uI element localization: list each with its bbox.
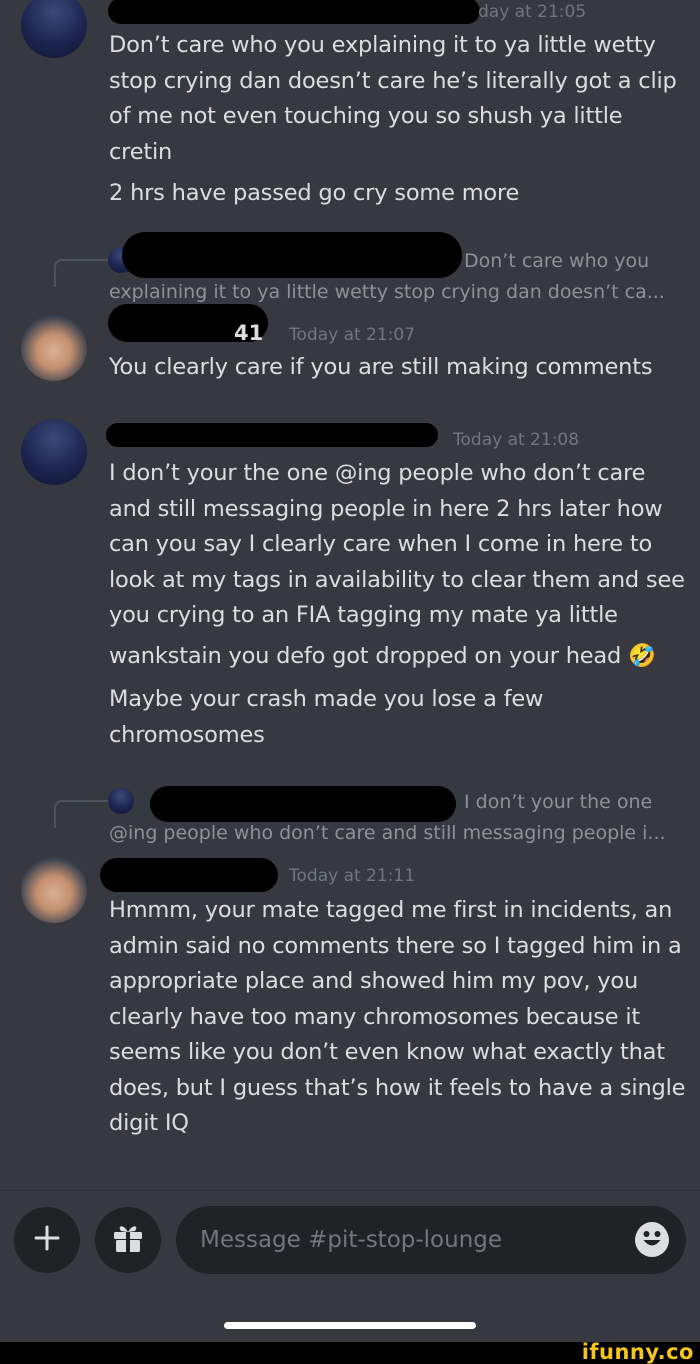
message-body: I don’t your the one @ing people who don… bbox=[109, 456, 694, 674]
smiley-icon bbox=[635, 1221, 669, 1259]
reply-preview[interactable]: explaining it to ya little wetty stop cr… bbox=[109, 281, 665, 303]
message-input-bar[interactable] bbox=[176, 1206, 686, 1274]
message-line: you crying to an FIA tagging my mate ya … bbox=[109, 602, 618, 628]
message-line: does, but I guess that’s how it feels to… bbox=[109, 1074, 686, 1101]
message-line: look at my tags in availability to clear… bbox=[109, 566, 685, 593]
reply-preview[interactable]: I don’t your the one bbox=[464, 791, 652, 813]
redacted-username bbox=[108, 0, 480, 24]
message-body: 2 hrs have passed go cry some more bbox=[109, 176, 519, 212]
home-indicator[interactable] bbox=[224, 1322, 476, 1329]
composer-divider bbox=[0, 1190, 700, 1191]
user-avatar-driver[interactable] bbox=[21, 857, 87, 923]
message-line: clearly have too many chromosomes becaus… bbox=[109, 1003, 641, 1030]
message-line: Hmmm, your mate tagged me first in incid… bbox=[109, 897, 673, 923]
message-line: 2 hrs have passed go cry some more bbox=[109, 180, 520, 206]
message-body: Don’t care who you explaining it to ya l… bbox=[109, 28, 694, 170]
reply-avatar bbox=[108, 788, 134, 814]
message-line: of me not even touching you so shush ya … bbox=[109, 103, 623, 129]
redacted-username bbox=[106, 423, 438, 447]
reply-connector bbox=[54, 259, 110, 287]
message-line: appropriate place and showed him my pov,… bbox=[109, 968, 639, 994]
gift-button[interactable] bbox=[95, 1207, 161, 1273]
plus-icon bbox=[34, 1225, 60, 1255]
message-line: Maybe your crash made you lose a few bbox=[109, 686, 544, 712]
gift-icon bbox=[111, 1221, 145, 1259]
message-body: Maybe your crash made you lose a few chr… bbox=[109, 682, 543, 753]
reply-connector bbox=[54, 800, 110, 828]
message-line: chromosomes bbox=[109, 721, 265, 748]
watermark-text: ifunny.co bbox=[581, 1340, 694, 1364]
emoji-button[interactable] bbox=[635, 1221, 669, 1259]
message-line: admin said no comments there so I tagged… bbox=[109, 932, 682, 959]
message-line: stop crying dan doesn’t care he’s litera… bbox=[109, 67, 677, 94]
message-line: can you say I clearly care when I come i… bbox=[109, 531, 653, 557]
message-timestamp: Today at 21:07 bbox=[289, 325, 416, 345]
user-avatar-psg[interactable] bbox=[21, 419, 87, 485]
user-avatar-driver[interactable] bbox=[21, 315, 87, 381]
redacted-username bbox=[150, 786, 456, 822]
redacted-username bbox=[100, 858, 278, 892]
message-timestamp: Today at 21:08 bbox=[453, 430, 580, 450]
add-attachment-button[interactable] bbox=[14, 1207, 80, 1273]
message-line: seems like you don’t even know what exac… bbox=[109, 1039, 665, 1065]
message-body: You clearly care if you are still making… bbox=[109, 350, 653, 386]
redacted-username bbox=[122, 232, 462, 278]
message-body: Hmmm, your mate tagged me first in incid… bbox=[109, 893, 694, 1142]
bottom-safe-area bbox=[0, 1296, 700, 1342]
reply-preview[interactable]: @ing people who don’t care and still mes… bbox=[109, 822, 666, 844]
reply-preview[interactable]: Don’t care who you bbox=[464, 250, 649, 272]
message-line: I don’t your the one @ing people who don… bbox=[109, 460, 646, 486]
message-line: You clearly care if you are still making… bbox=[109, 354, 653, 380]
message-timestamp: day at 21:05 bbox=[478, 2, 587, 22]
author-name-fragment: 41 bbox=[234, 321, 264, 345]
message-input[interactable] bbox=[200, 1224, 620, 1256]
message-line: digit IQ bbox=[109, 1110, 189, 1136]
message-timestamp: Today at 21:11 bbox=[289, 866, 416, 886]
message-line: Don’t care who you explaining it to ya l… bbox=[109, 32, 656, 58]
message-line: cretin bbox=[109, 138, 173, 165]
message-line: wankstain you defo got dropped on your h… bbox=[109, 642, 656, 669]
message-line: and still messaging people in here 2 hrs… bbox=[109, 495, 663, 522]
user-avatar-psg[interactable] bbox=[21, 0, 87, 58]
